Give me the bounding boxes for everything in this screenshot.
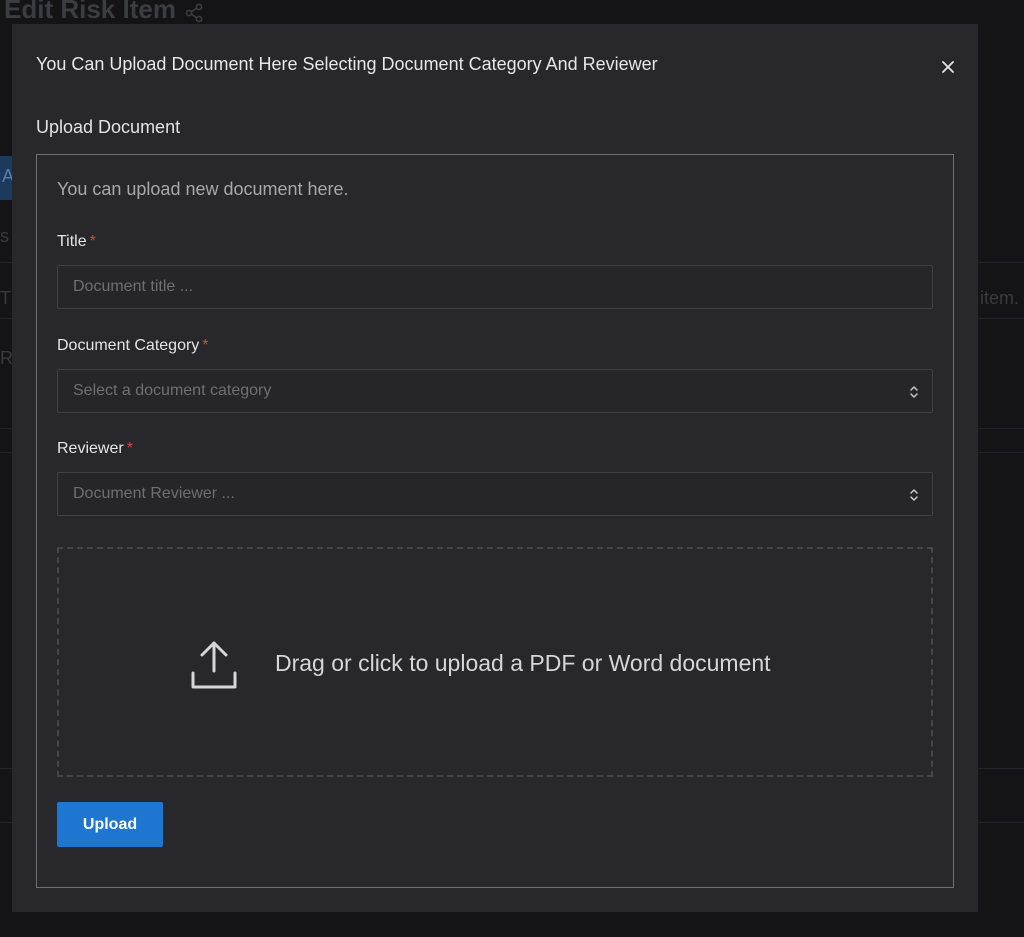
required-mark: * [202, 337, 209, 354]
required-mark: * [89, 233, 96, 250]
upload-form: You can upload new document here. Title *… [36, 154, 954, 888]
dropzone-text: Drag or click to upload a PDF or Word do… [275, 650, 771, 676]
upload-button[interactable]: Upload [57, 802, 163, 847]
close-icon[interactable] [938, 57, 958, 77]
title-label: Title * [57, 233, 96, 251]
chevron-up-down-icon [910, 386, 918, 398]
background-text: s [0, 226, 9, 246]
share-icon [185, 3, 203, 23]
reviewer-select-placeholder: Document Reviewer ... [73, 485, 235, 502]
background-text: item. [980, 288, 1020, 308]
reviewer-select[interactable]: Document Reviewer ... [57, 472, 933, 516]
category-select-placeholder: Select a document category [73, 382, 272, 399]
chevron-up-down-icon [910, 489, 918, 501]
reviewer-label: Reviewer * [57, 440, 133, 458]
category-select[interactable]: Select a document category [57, 369, 933, 413]
background-text: T [0, 288, 11, 308]
modal-title: You Can Upload Document Here Selecting D… [36, 54, 658, 74]
page-title: Edit Risk Item [4, 0, 176, 24]
category-label: Document Category * [57, 337, 209, 355]
title-input[interactable] [57, 265, 933, 309]
reviewer-label-text: Reviewer [57, 440, 124, 457]
upload-icon [191, 641, 237, 689]
upload-document-modal: You Can Upload Document Here Selecting D… [12, 24, 978, 912]
file-dropzone[interactable]: Drag or click to upload a PDF or Word do… [57, 547, 933, 777]
title-label-text: Title [57, 233, 87, 250]
required-mark: * [126, 440, 133, 457]
form-intro: You can upload new document here. [57, 179, 349, 199]
category-label-text: Document Category [57, 337, 200, 354]
section-title: Upload Document [36, 117, 181, 137]
